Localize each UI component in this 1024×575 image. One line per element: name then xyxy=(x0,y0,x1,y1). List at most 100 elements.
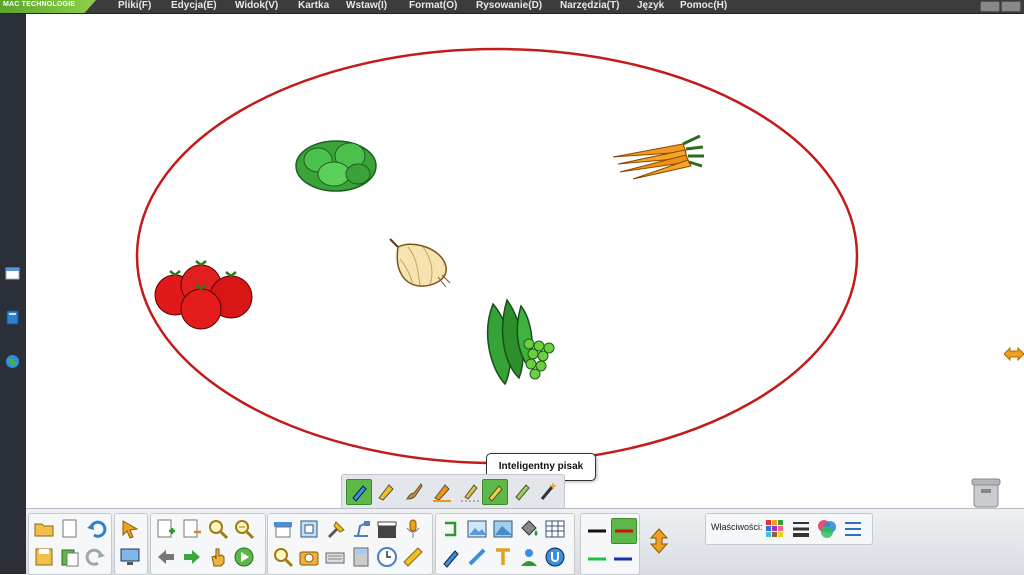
color-blue-button[interactable] xyxy=(611,548,635,570)
color-black-button[interactable] xyxy=(585,520,609,542)
text-button[interactable] xyxy=(492,546,514,568)
open-button[interactable] xyxy=(33,518,55,540)
connector-button[interactable] xyxy=(440,518,462,540)
document-camera-button[interactable] xyxy=(350,518,372,540)
fill-button[interactable] xyxy=(518,518,540,540)
page-icon[interactable] xyxy=(5,266,20,281)
tomatoes-icon[interactable] xyxy=(154,260,253,330)
redo-button[interactable] xyxy=(85,546,107,568)
whiteboard-canvas[interactable] xyxy=(26,14,1024,508)
texture-pen-button[interactable] xyxy=(458,479,482,503)
minimize-button[interactable] xyxy=(980,1,1000,12)
trash-icon[interactable] xyxy=(970,475,1002,509)
background-button[interactable] xyxy=(492,518,514,540)
pen-button[interactable] xyxy=(440,546,462,568)
screen-shade-icon xyxy=(274,522,292,538)
red-ellipse[interactable] xyxy=(135,47,859,465)
pen-tool-button[interactable] xyxy=(346,479,372,505)
add-page-button[interactable] xyxy=(155,518,177,540)
clock-button[interactable] xyxy=(376,546,398,568)
color-mix-button[interactable] xyxy=(816,518,838,540)
menu-wstaw[interactable]: Wstaw(I) xyxy=(346,0,387,12)
hand-button[interactable] xyxy=(207,546,229,568)
add-page-icon xyxy=(157,519,175,538)
close-button[interactable] xyxy=(1001,1,1021,12)
remove-page-button[interactable] xyxy=(181,518,203,540)
onion-icon[interactable] xyxy=(389,238,451,288)
smart-pen-icon xyxy=(488,485,503,502)
lettuce-icon[interactable] xyxy=(295,140,377,192)
line-icon xyxy=(468,548,486,566)
laser-pen-button[interactable] xyxy=(510,479,534,503)
color-red-button[interactable] xyxy=(611,518,637,544)
pen-icon xyxy=(352,485,367,502)
menu-widok[interactable]: Widok(V) xyxy=(235,0,278,12)
highlighter-button[interactable] xyxy=(374,479,398,503)
next-page-button[interactable] xyxy=(181,546,203,568)
spotlight-button[interactable] xyxy=(324,518,346,540)
file-group xyxy=(28,513,112,575)
toolbar-position-button[interactable] xyxy=(646,527,672,555)
screenshot-button[interactable] xyxy=(298,546,320,568)
menu-narzedzia[interactable]: Narzędzia(T) xyxy=(560,0,619,12)
image-icon xyxy=(467,520,487,538)
screen-button[interactable] xyxy=(119,546,141,568)
play-button[interactable] xyxy=(233,546,255,568)
book-icon[interactable] xyxy=(5,310,20,325)
microphone-button[interactable] xyxy=(402,518,424,540)
fullscreen-icon xyxy=(300,520,318,538)
app-logo: MAC TECHNOLOGIE xyxy=(0,0,96,13)
menu-edycja[interactable]: Edycja(E) xyxy=(171,0,217,12)
background-icon xyxy=(493,520,513,538)
carrots-icon[interactable] xyxy=(612,134,704,180)
fullscreen-button[interactable] xyxy=(298,518,320,540)
zoom-in-button[interactable] xyxy=(207,518,229,540)
marker-button[interactable] xyxy=(430,479,454,503)
select-button[interactable] xyxy=(119,518,141,540)
paste-button[interactable] xyxy=(59,546,81,568)
calculator-button[interactable] xyxy=(350,546,372,568)
palette-button[interactable] xyxy=(764,518,786,540)
ruler-button[interactable] xyxy=(402,546,424,568)
menu-kartka[interactable]: Kartka xyxy=(298,0,329,12)
table-button[interactable] xyxy=(544,518,566,540)
globe-icon[interactable] xyxy=(5,354,20,369)
menu-pliki[interactable]: Pliki(F) xyxy=(118,0,151,12)
color-green-button[interactable] xyxy=(585,548,609,570)
menu-rysowanie[interactable]: Rysowanie(D) xyxy=(476,0,542,12)
zoom-in-icon xyxy=(209,520,229,540)
color-circles-icon xyxy=(818,520,836,538)
text-icon xyxy=(496,548,510,565)
magic-pen-button[interactable] xyxy=(536,479,560,503)
magnifier-button[interactable] xyxy=(272,546,294,568)
line-width-button[interactable] xyxy=(790,518,812,540)
new-page-button[interactable] xyxy=(59,518,81,540)
record-icon xyxy=(545,547,565,567)
menu-jezyk[interactable]: Język xyxy=(637,0,664,12)
brush-button[interactable] xyxy=(402,479,426,503)
connector-icon xyxy=(445,521,457,537)
user-button[interactable] xyxy=(518,546,540,568)
line-button[interactable] xyxy=(466,546,488,568)
screen-shade-button[interactable] xyxy=(272,518,294,540)
document-camera-icon xyxy=(354,521,370,537)
video-button[interactable] xyxy=(376,518,398,540)
bottom-toolbar xyxy=(26,508,1024,575)
expand-arrows-icon[interactable] xyxy=(1004,347,1024,361)
peas-icon[interactable] xyxy=(486,298,555,386)
keyboard-button[interactable] xyxy=(324,546,346,568)
left-sidebar xyxy=(0,14,26,574)
undo-button[interactable] xyxy=(85,518,107,540)
menu-pomoc[interactable]: Pomoc(H) xyxy=(680,0,727,12)
arrow-cursor-icon xyxy=(122,520,139,539)
green-line-icon xyxy=(588,557,606,561)
menu-format[interactable]: Format(O) xyxy=(409,0,457,12)
smart-pen-button[interactable] xyxy=(482,479,508,505)
save-button[interactable] xyxy=(33,546,55,568)
keyboard-icon xyxy=(325,552,345,564)
insert-image-button[interactable] xyxy=(466,518,488,540)
previous-page-button[interactable] xyxy=(155,546,177,568)
line-style-button[interactable] xyxy=(842,518,864,540)
record-button[interactable] xyxy=(544,546,566,568)
zoom-out-button[interactable] xyxy=(233,518,255,540)
